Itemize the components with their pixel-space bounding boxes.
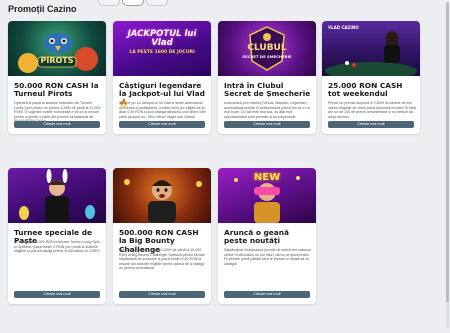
card-title: Aruncă o geană peste noutăți [224, 228, 290, 246]
thumb-logo-text: NEW [253, 172, 281, 183]
read-more-button[interactable]: Citește mai mult [224, 121, 310, 128]
read-more-button[interactable]: Citește mai mult [119, 121, 205, 128]
tab-3[interactable] [146, 0, 168, 6]
read-more-button[interactable]: Citește mai mult [119, 291, 205, 298]
card-title: 25.000 RON CASH tot weekendul [328, 81, 403, 99]
promo-card-jackpot[interactable]: JACKPOTUL lui Vlad LA PESTE 1600 DE JOCU… [113, 21, 211, 134]
promo-thumbnail: PIROTS [8, 21, 106, 76]
card-description: Lasă-te surprins de premii CASH de până … [119, 248, 205, 271]
read-more-button[interactable]: Citește mai mult [14, 121, 100, 128]
thumb-sub-text: SECRET DE ȘMECHERIE [242, 54, 292, 59]
card-description: Te așteaptă 25.000 RON la fiecare Turneu… [14, 240, 100, 254]
scrollbar-thumb[interactable] [446, 2, 449, 302]
section-title: Promoții Cazino [8, 4, 77, 14]
read-more-button[interactable]: Citește mai mult [328, 121, 414, 128]
promo-thumbnail: VLAD CAZINO [322, 21, 420, 76]
thumb-logo-text: VLAD CAZINO [328, 25, 359, 30]
promo-card-new-games[interactable]: NEW Aruncă o geană peste noutăți Săptămâ… [218, 168, 316, 304]
card-description: Săptămânal întotdeauna jocurile de slotu… [224, 248, 312, 266]
thumb-logo-text: CLUBUL [247, 43, 287, 53]
read-more-button[interactable]: Citește mai mult [224, 291, 310, 298]
promo-thumbnail: JACKPOTUL lui Vlad LA PESTE 1600 DE JOCU… [113, 21, 211, 76]
promo-card-bounty[interactable]: 500.000 RON CASH la Big Bounty Challenge… [113, 168, 211, 304]
card-description: Intră în joc cu Jackpot-ul lui Vlad și s… [119, 101, 207, 119]
promo-thumbnail: NEW [218, 168, 316, 223]
promo-card-pirots[interactable]: PIROTS 50.000 RON CASH la Turneul Pirots… [8, 21, 106, 134]
promo-card-easter[interactable]: Turnee speciale de Paște Te așteaptă 25.… [8, 168, 106, 304]
promo-thumbnail: CLUBUL SECRET DE ȘMECHERIE [218, 21, 316, 76]
read-more-button[interactable]: Citește mai mult [14, 291, 100, 298]
promotions-header: Promoții Cazino [8, 0, 448, 18]
promo-thumbnail [8, 168, 106, 223]
promo-card-weekend[interactable]: VLAD CAZINO 25.000 RON CASH tot weekendu… [322, 21, 420, 134]
tab-2[interactable] [122, 0, 144, 6]
jackpot-logo-icon: JACKPOTUL lui Vlad LA PESTE 1600 DE JOCU… [127, 29, 197, 55]
bounty-host-icon [124, 179, 202, 223]
card-title: Intră în Clubul Secret de Șmecherie [224, 81, 311, 99]
thumb-logo-text: PIROTS [40, 56, 74, 65]
easter-host-icon [19, 169, 95, 223]
tab-1[interactable] [98, 0, 120, 6]
card-description: Prinde un premiu surpriză în CASH la mes… [328, 101, 416, 119]
card-description: Avansează prin niveluri (Virtual, Maestr… [224, 101, 311, 119]
promo-card-club[interactable]: CLUBUL SECRET DE ȘMECHERIE Intră în Club… [218, 21, 316, 134]
card-title: 50.000 RON CASH la Turneul Pirots [14, 81, 99, 99]
category-tabs [98, 0, 168, 6]
promo-thumbnail [113, 168, 211, 223]
parrot-icon [18, 33, 98, 73]
